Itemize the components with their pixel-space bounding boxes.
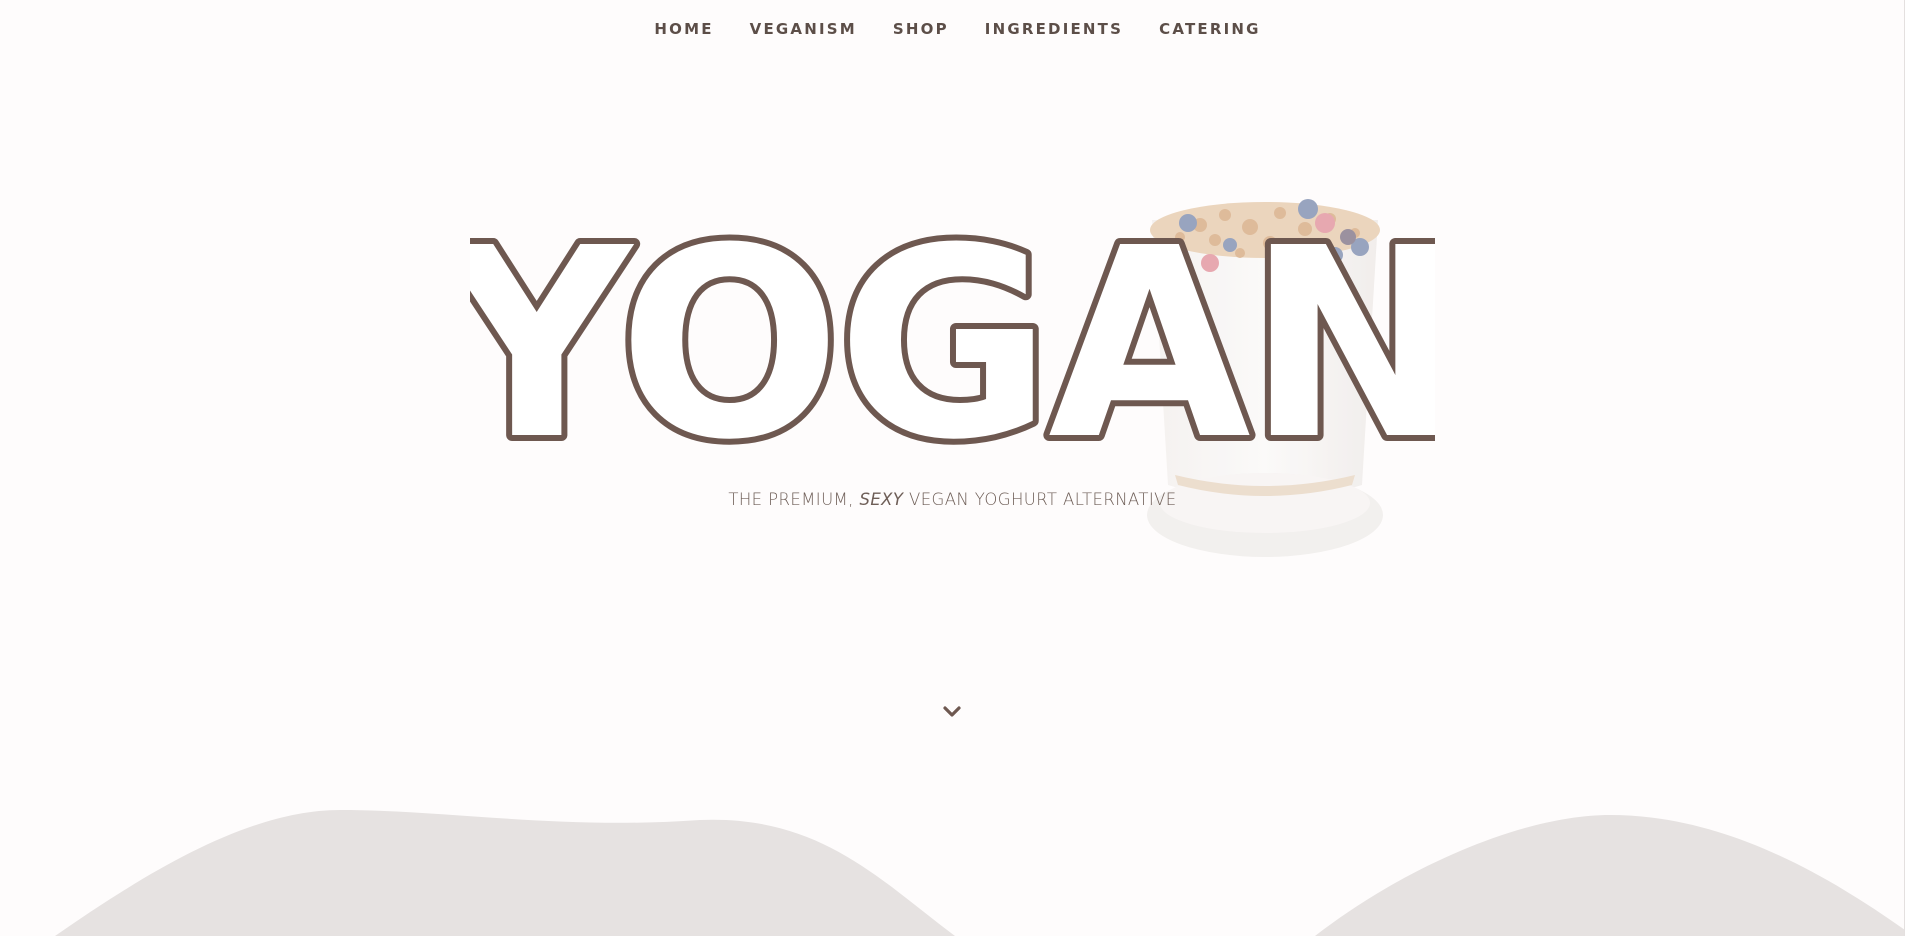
brand-logo: YOGAN <box>470 200 1435 470</box>
tagline-emphasis: SEXY <box>859 490 904 509</box>
brand-logo-text: YOGAN <box>470 200 1435 470</box>
nav-veganism[interactable]: VEGANISM <box>750 20 857 38</box>
nav-shop[interactable]: SHOP <box>893 20 949 38</box>
nav-ingredients[interactable]: INGREDIENTS <box>985 20 1123 38</box>
nav-home[interactable]: HOME <box>654 20 713 38</box>
chevron-down-icon[interactable] <box>940 700 964 724</box>
tagline-suffix: VEGAN YOGHURT ALTERNATIVE <box>903 490 1177 509</box>
nav-catering[interactable]: CATERING <box>1159 20 1261 38</box>
hero-tagline: THE PREMIUM, SEXY VEGAN YOGHURT ALTERNAT… <box>0 490 1905 509</box>
decorative-waves <box>55 810 1905 936</box>
tagline-prefix: THE PREMIUM, <box>728 490 860 509</box>
main-nav: HOME VEGANISM SHOP INGREDIENTS CATERING <box>0 0 1905 58</box>
